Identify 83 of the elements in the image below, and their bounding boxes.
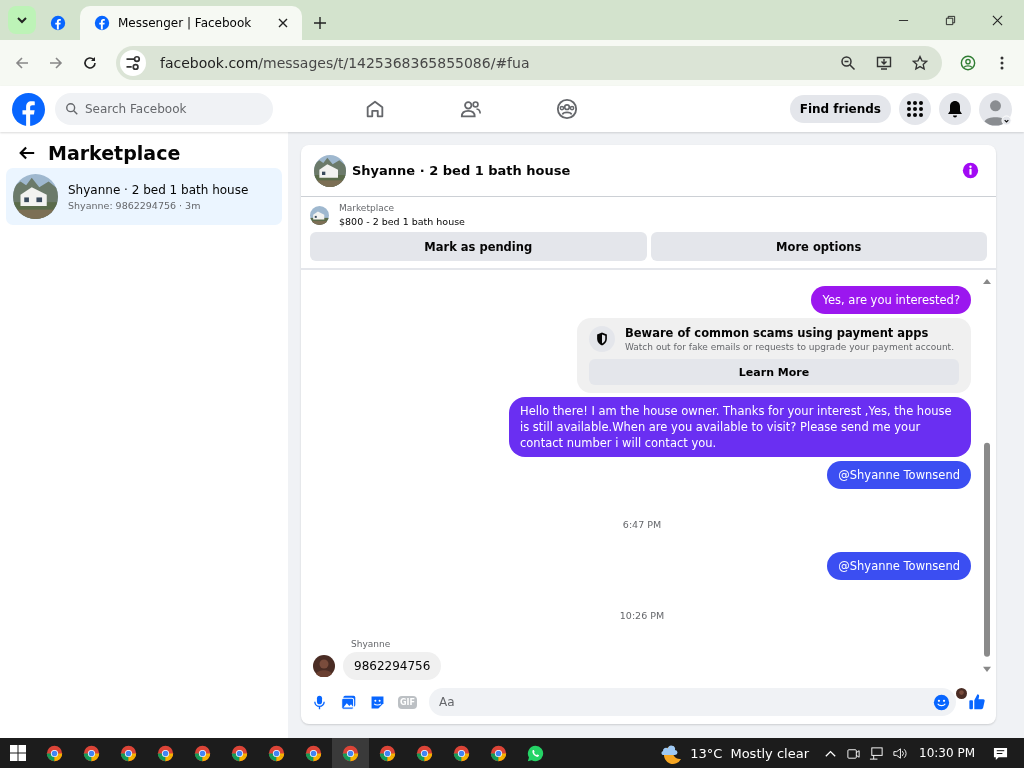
search-icon (65, 102, 79, 116)
bell-icon (946, 100, 964, 118)
notification-icon[interactable] (993, 745, 1008, 761)
forward-icon[interactable] (48, 55, 64, 71)
profile-icon[interactable] (960, 55, 976, 71)
chevron-down-icon (16, 14, 28, 26)
browser-icon (379, 744, 396, 762)
address-bar[interactable]: facebook.com/messages/t/1425368365855086/#fua (116, 46, 942, 80)
listing-action-button[interactable]: Mark as pending (310, 232, 647, 261)
reload-icon[interactable] (82, 55, 98, 71)
browser-tab[interactable]: Messenger | Facebook (80, 6, 302, 40)
emoji-icon[interactable] (933, 693, 950, 711)
sent-message: Hello there! I am the house owner. Thanks for your interest ,Yes, the house is still available.When are you available to visit? Please send me your contact number i will contact you. (509, 397, 971, 457)
browser-icon (46, 744, 63, 762)
browser-icon (305, 744, 322, 762)
account-avatar[interactable] (979, 92, 1012, 126)
back-icon[interactable] (14, 55, 30, 71)
browser-icon (490, 744, 507, 762)
tab-title: Messenger | Facebook (118, 16, 253, 30)
browser-icon (416, 744, 433, 762)
taskbar-app[interactable] (332, 738, 369, 768)
star-icon[interactable] (912, 55, 928, 71)
install-icon[interactable] (876, 55, 892, 71)
restore-icon[interactable] (945, 15, 956, 26)
browser-icon (157, 744, 174, 762)
listing-title: $800 - 2 bed 1 bath house (339, 216, 465, 227)
conversation-title: Shyanne · 2 bed 1 bath house (68, 182, 249, 197)
warning-text: Watch out for fake emails or requests to upgrade your payment account. (625, 342, 954, 352)
sent-message: Yes, are you interested? (811, 286, 971, 314)
conversation-item[interactable]: Shyanne · 2 bed 1 bath house Shyanne: 9862294756 · 3m (6, 168, 282, 225)
browser-icon (83, 744, 100, 762)
photo-icon[interactable] (340, 693, 357, 711)
chat-title: Shyanne · 2 bed 1 bath house (352, 163, 571, 178)
received-message: 9862294756 (343, 652, 442, 680)
facebook-logo[interactable] (12, 92, 45, 126)
warning-title: Beware of common scams using payment apps (625, 326, 930, 340)
network-icon[interactable] (869, 745, 884, 761)
sender-name: Shyanne (351, 639, 392, 649)
browser-icon (342, 744, 359, 762)
microphone-icon[interactable] (311, 693, 328, 711)
new-tab-icon[interactable] (314, 17, 326, 29)
browser-icon (268, 744, 285, 762)
info-icon[interactable] (962, 162, 979, 179)
browser-icon (231, 744, 248, 762)
volume-icon[interactable] (892, 745, 907, 761)
sidebar-title: Marketplace (48, 142, 181, 164)
facebook-icon (94, 15, 110, 31)
like-icon[interactable] (968, 693, 986, 711)
listing-action-button[interactable]: More options (650, 232, 987, 261)
clock: 10:30 PM (919, 746, 975, 760)
notifications-button[interactable] (939, 93, 971, 125)
timestamp: 6:47 PM (622, 519, 662, 530)
browser-icon (194, 744, 211, 762)
message-preview: Shyanne: 9862294756 · 3m (68, 199, 202, 211)
sender-avatar (313, 655, 335, 677)
browser-icon (120, 744, 137, 762)
find-friends-button[interactable]: Find friends (789, 95, 891, 123)
menu-button[interactable] (899, 93, 931, 125)
learn-more-button[interactable]: Learn More (589, 359, 959, 385)
chat-app-icon (527, 744, 544, 762)
timestamp: 10:26 PM (619, 610, 665, 621)
tab-search-button[interactable] (8, 6, 36, 34)
url-text: facebook.com/messages/t/1425368365855086/#fua (160, 55, 530, 71)
search-field[interactable]: Search Facebook (55, 93, 273, 125)
shield-icon (589, 326, 615, 352)
sent-message: @Shyanne Townsend (827, 461, 971, 489)
browser-icon (453, 744, 470, 762)
weather-condition: Mostly clear (730, 745, 809, 761)
start-icon[interactable] (10, 745, 26, 761)
close-icon[interactable] (278, 18, 288, 28)
grid-icon (906, 100, 924, 118)
back-arrow-icon[interactable] (18, 144, 36, 162)
groups-icon[interactable] (556, 98, 579, 120)
temperature: 13°C (690, 745, 723, 761)
friends-icon[interactable] (460, 98, 483, 120)
zoom-icon[interactable] (840, 55, 856, 71)
close-icon[interactable] (992, 15, 1003, 26)
message-input[interactable]: Aa (429, 688, 956, 716)
read-receipt-avatar (956, 688, 967, 699)
site-settings-icon[interactable] (120, 50, 146, 76)
sent-message: @Shyanne Townsend (827, 552, 971, 580)
facebook-icon (50, 15, 66, 31)
listing-label: Marketplace (339, 203, 396, 213)
